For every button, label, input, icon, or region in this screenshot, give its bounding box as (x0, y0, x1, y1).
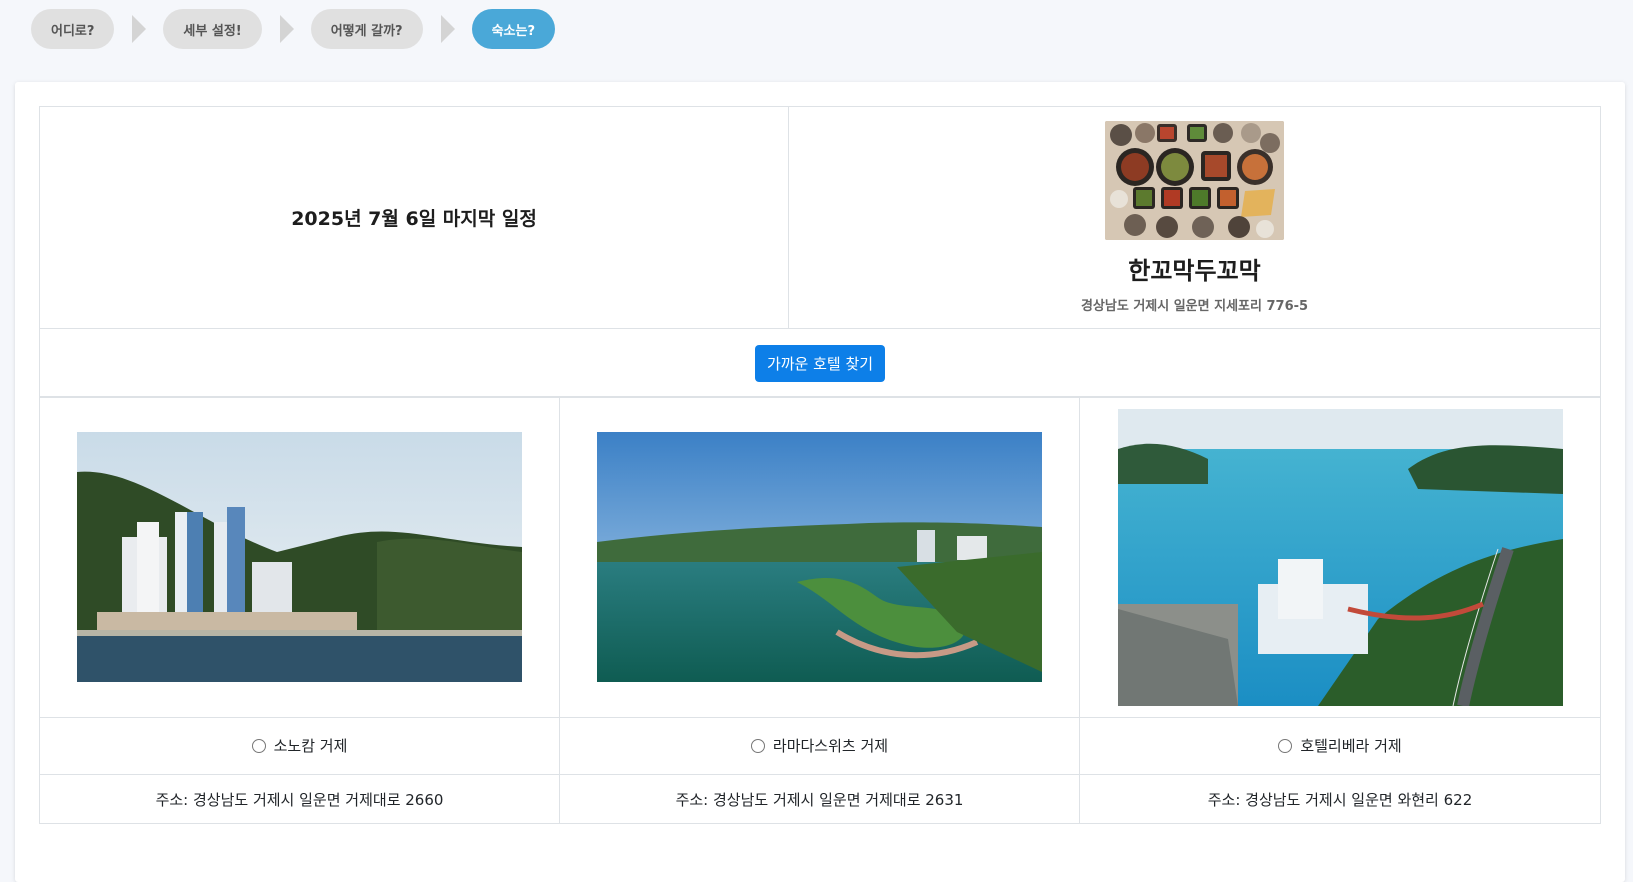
hotel-photo-sonocalm[interactable] (77, 432, 522, 682)
radio-button[interactable] (750, 738, 765, 753)
itinerary-date-title: 2025년 7월 6일 마지막 일정 (291, 208, 537, 230)
itinerary-date-cell: 2025년 7월 6일 마지막 일정 (39, 106, 789, 329)
hotel-photo-riviera[interactable] (1117, 408, 1563, 706)
hotel-image-cell (559, 396, 1080, 718)
restaurant-name: 한꼬막두꼬막 (1128, 257, 1261, 285)
hotel-option-cell: 소노캄 거제 (39, 717, 560, 775)
hotel-option-cell: 라마다스위츠 거제 (559, 717, 1080, 775)
radio-button[interactable] (251, 738, 266, 753)
step-navigation: 어디로? 세부 설정! 어떻게 갈까? 숙소는? (31, 9, 556, 49)
step-transport[interactable]: 어떻게 갈까? (310, 9, 423, 49)
restaurant-address: 경상남도 거제시 일운면 지세포리 776-5 (1080, 299, 1309, 314)
step-lodging[interactable]: 숙소는? (471, 9, 556, 49)
step-arrow-icon (132, 15, 147, 43)
hotel-photo-ramada[interactable] (597, 432, 1042, 682)
restaurant-cell: 한꼬막두꼬막 경상남도 거제시 일운면 지세포리 776-5 (787, 106, 1602, 329)
hotel-option-sonocalm[interactable]: 소노캄 거제 (251, 735, 348, 756)
hotel-option-cell: 호텔리베라 거제 (1079, 717, 1601, 775)
hotel-image-cell (39, 396, 560, 718)
lodging-table: 2025년 7월 6일 마지막 일정 한꼬막두꼬막 경상남도 거제시 일운면 지… (38, 106, 1602, 398)
hotel-name: 호텔리베라 거제 (1300, 737, 1402, 756)
hotel-address: 주소: 경상남도 거제시 일운면 거제대로 2660 (39, 774, 560, 824)
lodging-card: 2025년 7월 6일 마지막 일정 한꼬막두꼬막 경상남도 거제시 일운면 지… (15, 82, 1625, 882)
hotel-option-ramada[interactable]: 라마다스위츠 거제 (750, 735, 889, 756)
restaurant-photo (1105, 121, 1285, 240)
step-where[interactable]: 어디로? (31, 9, 115, 49)
find-hotel-cell: 가까운 호텔 찾기 (38, 328, 1602, 398)
hotel-address: 주소: 경상남도 거제시 일운면 와현리 622 (1079, 774, 1601, 824)
hotel-address: 주소: 경상남도 거제시 일운면 거제대로 2631 (559, 774, 1080, 824)
hotel-image-cell (1079, 396, 1601, 718)
step-arrow-icon (279, 15, 294, 43)
hotel-option-riviera[interactable]: 호텔리베라 거제 (1278, 735, 1402, 756)
step-arrow-icon (440, 15, 455, 43)
find-nearby-hotel-button[interactable]: 가까운 호텔 찾기 (754, 344, 886, 382)
hotel-table: 소노캄 거제 라마다스위츠 거제 호텔리베라 거제 주소: 경상남도 거제시 일… (39, 396, 1601, 824)
hotel-name: 라마다스위츠 거제 (772, 737, 889, 756)
step-details[interactable]: 세부 설정! (163, 9, 262, 49)
radio-button[interactable] (1278, 738, 1293, 753)
hotel-name: 소노캄 거제 (273, 737, 348, 756)
